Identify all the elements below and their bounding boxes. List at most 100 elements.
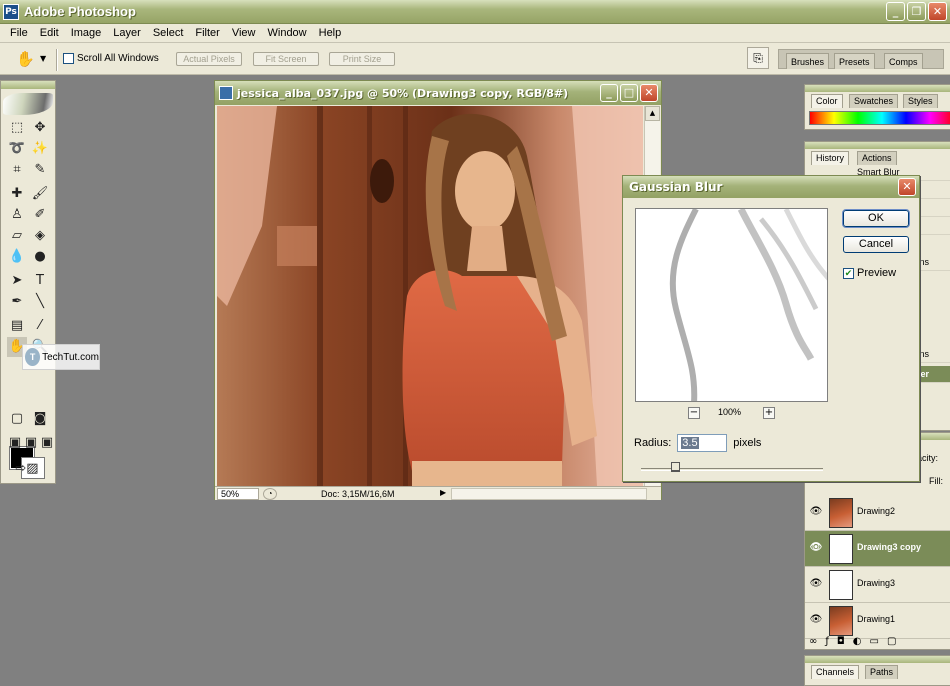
menu-image[interactable]: Image — [65, 27, 108, 39]
tab-actions[interactable]: Actions — [857, 151, 897, 165]
menu-select[interactable]: Select — [147, 27, 190, 39]
history-brush-tool-icon[interactable]: ✐ — [30, 205, 50, 225]
eye-icon[interactable]: 👁 — [809, 542, 823, 554]
document-minimize-icon[interactable]: _ — [600, 84, 618, 102]
radius-row: Radius: 3.5 pixels — [634, 434, 761, 452]
radius-input[interactable]: 3.5 — [677, 434, 728, 452]
radius-slider-thumb[interactable] — [671, 462, 680, 472]
dialog-title-bar[interactable]: Gaussian Blur ✕ — [623, 176, 919, 198]
fill-label: Fill: — [929, 476, 943, 486]
pen-tool-icon[interactable]: ✒ — [7, 292, 27, 312]
document-horizontal-scrollbar[interactable] — [451, 488, 647, 500]
menu-filter[interactable]: Filter — [189, 27, 225, 39]
scroll-up-icon[interactable]: ▲ — [645, 106, 660, 121]
ok-button[interactable]: OK — [842, 209, 910, 228]
screen-mode-full-icon[interactable]: ▣ — [37, 433, 57, 453]
status-menu-arrow-icon[interactable]: ▶ — [440, 488, 446, 497]
layer-style-icon[interactable]: ƒ — [825, 636, 829, 647]
close-icon[interactable]: ✕ — [928, 2, 947, 21]
tab-color[interactable]: Color — [811, 94, 843, 108]
photoshop-app-icon[interactable]: Ps — [3, 4, 19, 20]
document-title-bar[interactable]: jessica_alba_037.jpg @ 50% (Drawing3 cop… — [215, 81, 661, 105]
new-group-icon[interactable]: ▭ — [870, 636, 879, 647]
tab-paths[interactable]: Paths — [865, 665, 899, 679]
paint-bucket-tool-icon[interactable]: ◈ — [30, 226, 50, 246]
status-info-icon[interactable]: ◔ — [263, 488, 277, 500]
link-layers-icon[interactable]: ∞ — [809, 636, 817, 647]
line-tool-icon[interactable]: ╲ — [30, 292, 50, 312]
hand-tool-icon[interactable]: ✋ — [16, 50, 35, 68]
path-selection-tool-icon[interactable]: ➤ — [7, 271, 27, 291]
menu-edit[interactable]: Edit — [34, 27, 65, 39]
layer-row-drawing1[interactable]: 👁 Drawing1 — [805, 603, 950, 639]
toggle-palettes-icon[interactable]: ⎘ — [747, 47, 769, 69]
fit-screen-button[interactable]: Fit Screen — [253, 52, 319, 66]
scroll-all-windows-checkbox[interactable] — [63, 53, 74, 64]
eyedropper-tool-icon[interactable]: ⁄ — [30, 316, 50, 336]
eye-icon[interactable]: 👁 — [809, 614, 823, 626]
add-mask-icon[interactable]: ◘ — [837, 636, 845, 647]
jump-to-imageready-icon[interactable]: ⇨▨ — [7, 459, 47, 479]
lasso-tool-icon[interactable]: ➰ — [7, 139, 27, 159]
dialog-close-icon[interactable]: ✕ — [898, 178, 916, 196]
preview-checkbox[interactable]: ✔ — [843, 267, 854, 279]
eye-icon[interactable]: 👁 — [809, 506, 823, 518]
slice-tool-icon[interactable]: ✎ — [30, 160, 50, 180]
notes-tool-icon[interactable]: ▤ — [7, 316, 27, 336]
type-tool-icon[interactable]: T — [30, 271, 50, 291]
scroll-all-windows-option[interactable]: Scroll All Windows — [63, 53, 159, 64]
tool-preset-caret-icon[interactable]: ▼ — [40, 54, 46, 63]
adjustment-layer-icon[interactable]: ◐ — [853, 636, 862, 647]
document-maximize-icon[interactable]: □ — [620, 84, 638, 102]
blur-preview-window[interactable] — [635, 208, 828, 402]
new-layer-icon[interactable]: ▢ — [887, 636, 896, 647]
preview-option[interactable]: ✔ Preview — [843, 267, 896, 279]
restore-icon[interactable]: ❐ — [907, 2, 926, 21]
tab-channels[interactable]: Channels — [811, 665, 860, 679]
brush-tool-icon[interactable]: 🖌 — [30, 184, 50, 204]
move-tool-icon[interactable]: ✥ — [30, 118, 50, 138]
dodge-tool-icon[interactable]: ● — [30, 247, 50, 267]
tab-styles[interactable]: Styles — [903, 94, 938, 108]
well-tab-comps[interactable]: Comps — [884, 53, 923, 69]
print-size-button[interactable]: Print Size — [329, 52, 395, 66]
healing-brush-tool-icon[interactable]: ✚ — [7, 184, 27, 204]
menu-view[interactable]: View — [226, 27, 262, 39]
color-spectrum-ramp[interactable] — [809, 111, 950, 125]
well-tab-presets[interactable]: Presets — [834, 53, 875, 69]
clone-stamp-tool-icon[interactable]: ♙ — [7, 205, 27, 225]
menu-file[interactable]: File — [4, 27, 34, 39]
layer-row-drawing2[interactable]: 👁 Drawing2 — [805, 495, 950, 531]
menu-layer[interactable]: Layer — [107, 27, 147, 39]
minimize-icon[interactable]: _ — [886, 2, 905, 21]
marquee-tool-icon[interactable]: ⬚ — [7, 118, 27, 138]
photoshop-feather-logo[interactable] — [3, 93, 53, 115]
toolbox-grip[interactable] — [1, 81, 55, 89]
tab-history[interactable]: History — [811, 151, 850, 165]
menu-help[interactable]: Help — [313, 27, 348, 39]
blur-tool-icon[interactable]: 💧 — [7, 247, 27, 267]
standard-mode-icon[interactable]: ▢ — [7, 409, 27, 429]
magic-wand-tool-icon[interactable]: ✨ — [30, 139, 50, 159]
preview-zoom-out-icon[interactable]: − — [688, 407, 700, 419]
menu-window[interactable]: Window — [262, 27, 313, 39]
quick-mask-mode-icon[interactable]: ◙ — [30, 409, 50, 429]
preview-zoom-in-icon[interactable]: + — [763, 407, 775, 419]
layer-row-drawing3-copy[interactable]: 👁 Drawing3 copy — [805, 531, 950, 567]
tab-swatches[interactable]: Swatches — [849, 94, 899, 108]
layer-name: Drawing1 — [857, 614, 896, 624]
actual-pixels-button[interactable]: Actual Pixels — [176, 52, 242, 66]
well-tab-brushes[interactable]: Brushes — [786, 53, 830, 69]
eraser-tool-icon[interactable]: ▱ — [7, 226, 27, 246]
zoom-level-field[interactable]: 50% — [217, 488, 259, 500]
document-close-icon[interactable]: ✕ — [640, 84, 658, 102]
color-palette-grip[interactable] — [805, 85, 950, 92]
channels-palette-grip[interactable] — [805, 656, 950, 663]
radius-slider-track[interactable] — [641, 468, 823, 471]
document-canvas[interactable] — [217, 106, 643, 486]
cancel-button[interactable]: Cancel — [843, 236, 909, 253]
history-palette-grip[interactable] — [805, 142, 950, 149]
crop-tool-icon[interactable]: ⌗ — [7, 160, 27, 180]
layer-row-drawing3[interactable]: 👁 Drawing3 — [805, 567, 950, 603]
eye-icon[interactable]: 👁 — [809, 578, 823, 590]
